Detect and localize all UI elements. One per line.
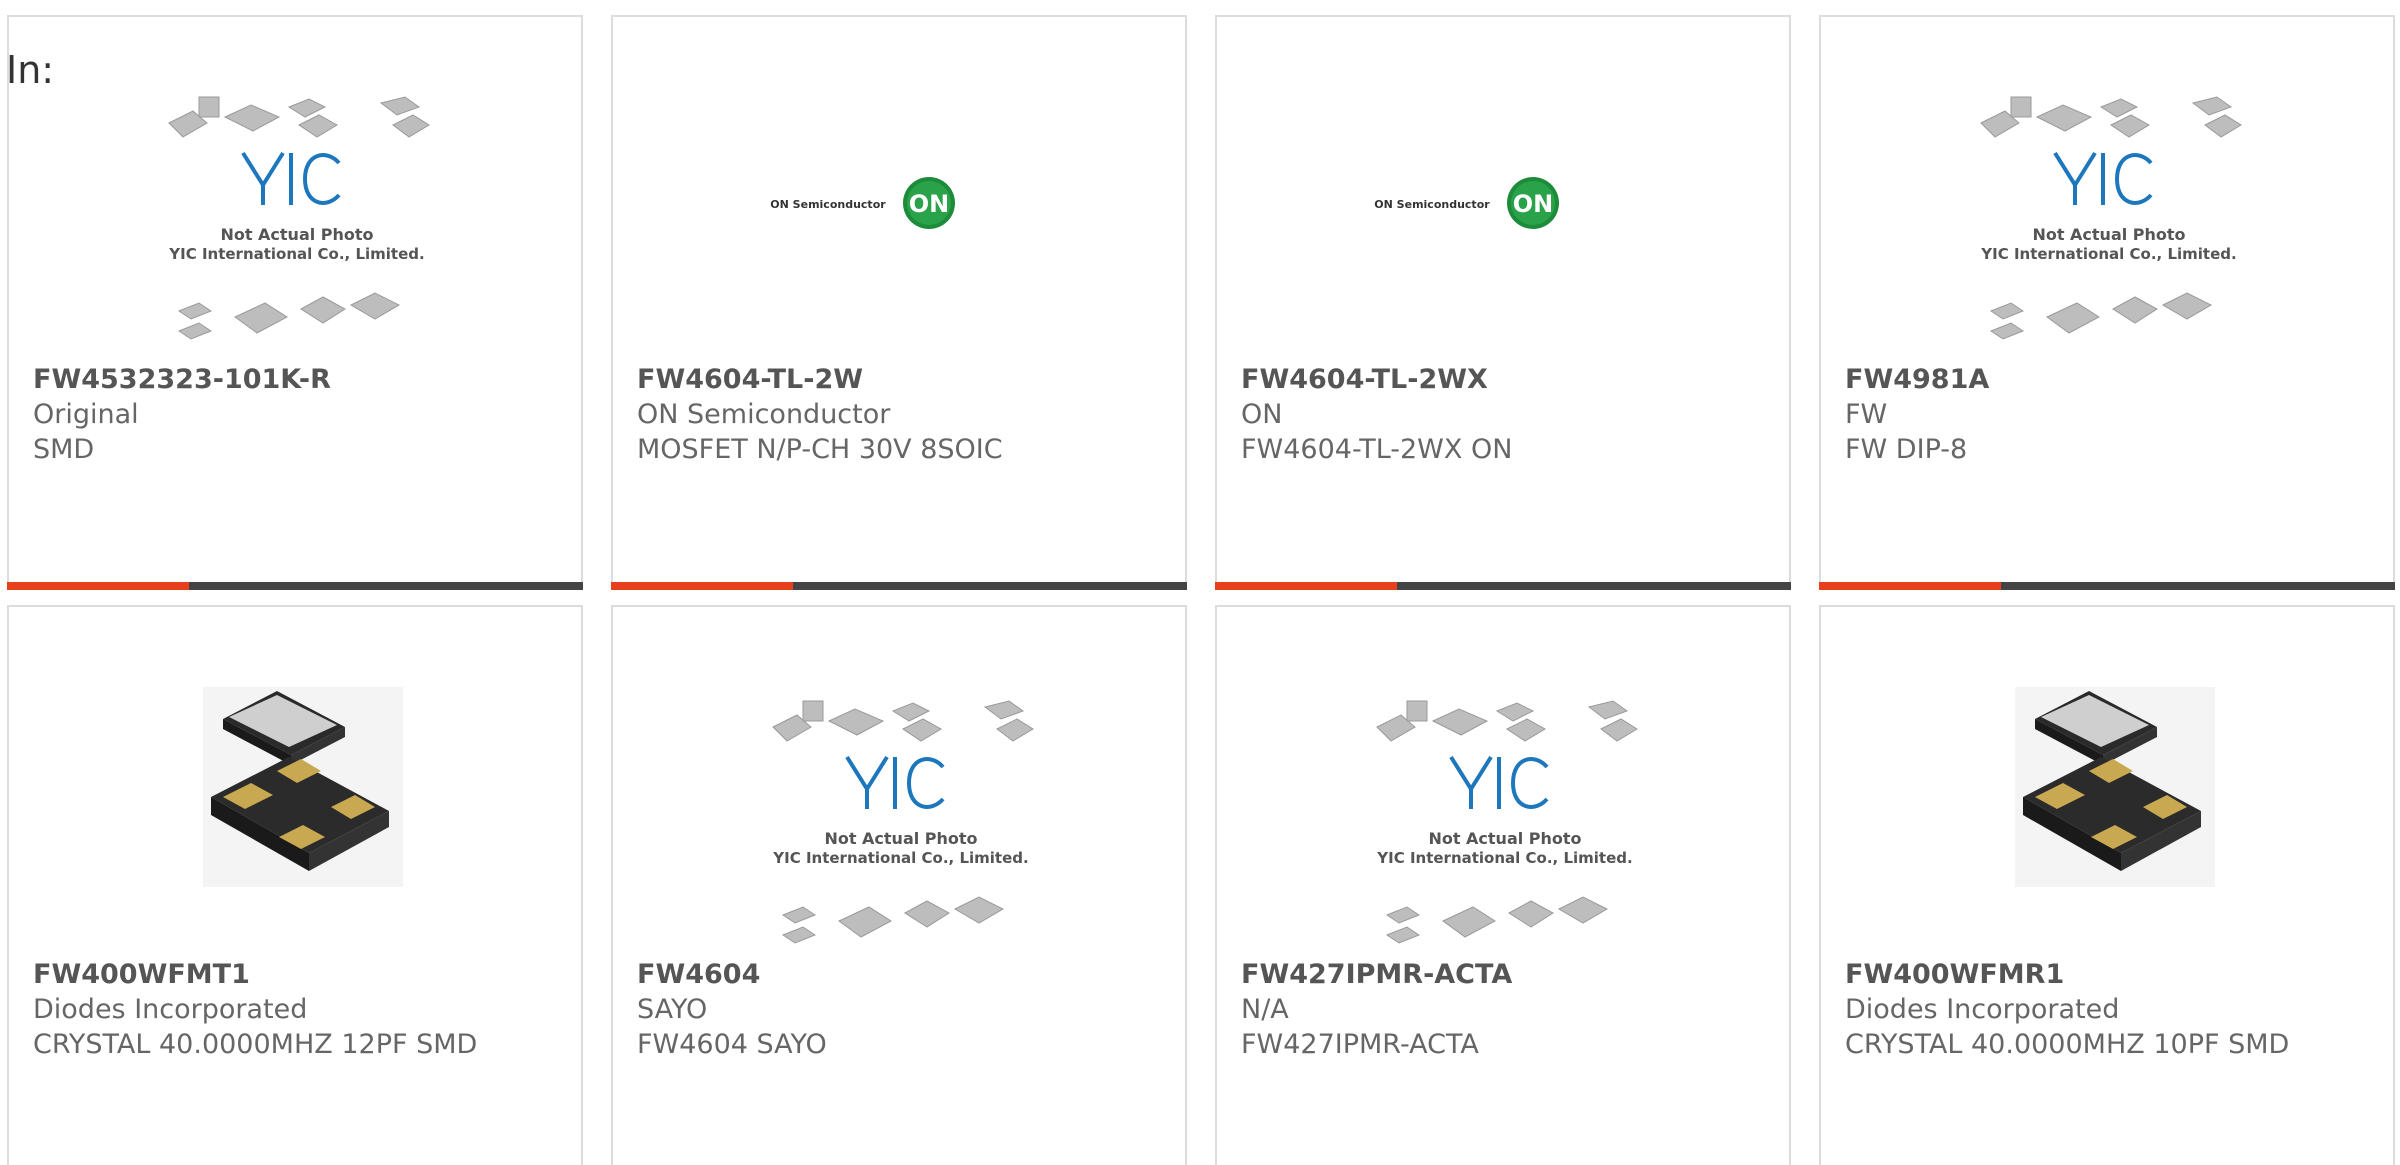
yic-placeholder-image[interactable]: Not Actual Photo YIC International Co., … — [159, 95, 435, 365]
card-bar — [611, 582, 1187, 590]
product-card[interactable]: ON Semiconductor ON FW4604-TL-2WX ON FW4… — [1215, 15, 1791, 590]
manufacturer: Original — [33, 399, 139, 430]
svg-text:ON: ON — [1513, 190, 1554, 218]
product-card[interactable]: Not Actual Photo YIC International Co., … — [611, 605, 1187, 1165]
card-bar — [1819, 582, 2395, 590]
svg-text:YIC International Co., Limited: YIC International Co., Limited. — [168, 245, 424, 263]
svg-text:YIC International Co., Limited: YIC International Co., Limited. — [772, 849, 1028, 867]
on-semi-logo-image[interactable]: ON Semiconductor ON — [1367, 95, 1643, 365]
description: FW DIP-8 — [1845, 434, 1968, 465]
svg-text:ON: ON — [909, 190, 950, 218]
product-card[interactable]: FW400WFMT1 Diodes Incorporated CRYSTAL 4… — [7, 605, 583, 1165]
crystal-photo-image[interactable] — [1971, 667, 2247, 937]
product-card[interactable]: Not Actual Photo YIC International Co., … — [1819, 15, 2395, 590]
yic-placeholder-image[interactable]: Not Actual Photo YIC International Co., … — [763, 699, 1039, 969]
description: CRYSTAL 40.0000MHZ 10PF SMD — [1845, 1029, 2290, 1060]
svg-text:Not Actual Photo: Not Actual Photo — [2032, 225, 2185, 244]
part-number[interactable]: FW400WFMT1 — [33, 957, 477, 992]
description: FW427IPMR-ACTA — [1241, 1029, 1479, 1060]
svg-text:Not Actual Photo: Not Actual Photo — [220, 225, 373, 244]
part-number[interactable]: FW400WFMR1 — [1845, 957, 2289, 992]
svg-text:YIC International Co., Limited: YIC International Co., Limited. — [1376, 849, 1632, 867]
svg-text:ON Semiconductor: ON Semiconductor — [1374, 198, 1490, 211]
svg-text:YIC International Co., Limited: YIC International Co., Limited. — [1980, 245, 2236, 263]
description: FW4604-TL-2WX ON — [1241, 434, 1513, 465]
manufacturer: Diodes Incorporated — [33, 994, 308, 1025]
product-card[interactable]: ON Semiconductor ON FW4604-TL-2W ON Semi… — [611, 15, 1187, 590]
svg-text:Not Actual Photo: Not Actual Photo — [824, 829, 977, 848]
description: FW4604 SAYO — [637, 1029, 827, 1060]
yic-placeholder-image[interactable]: Not Actual Photo YIC International Co., … — [1367, 699, 1643, 969]
part-number[interactable]: FW4981A — [1845, 362, 1989, 397]
product-card[interactable]: Not Actual Photo YIC International Co., … — [1215, 605, 1791, 1165]
manufacturer: ON Semiconductor — [637, 399, 891, 430]
card-bar — [1215, 582, 1791, 590]
filter-label: In: — [6, 48, 55, 92]
product-card[interactable]: Not Actual Photo YIC International Co., … — [7, 15, 583, 590]
manufacturer: ON — [1241, 399, 1283, 430]
manufacturer: SAYO — [637, 994, 708, 1025]
part-number[interactable]: FW4604 — [637, 957, 827, 992]
card-bar — [7, 582, 583, 590]
product-card[interactable]: FW400WFMR1 Diodes Incorporated CRYSTAL 4… — [1819, 605, 2395, 1165]
description: CRYSTAL 40.0000MHZ 12PF SMD — [33, 1029, 478, 1060]
part-number[interactable]: FW427IPMR-ACTA — [1241, 957, 1512, 992]
svg-text:ON Semiconductor: ON Semiconductor — [770, 198, 886, 211]
manufacturer: FW — [1845, 399, 1888, 430]
description: MOSFET N/P-CH 30V 8SOIC — [637, 434, 1003, 465]
description: SMD — [33, 434, 95, 465]
manufacturer: N/A — [1241, 994, 1289, 1025]
part-number[interactable]: FW4532323-101K-R — [33, 362, 331, 397]
on-semi-logo-image[interactable]: ON Semiconductor ON — [763, 95, 1039, 365]
part-number[interactable]: FW4604-TL-2W — [637, 362, 1003, 397]
yic-placeholder-image[interactable]: Not Actual Photo YIC International Co., … — [1971, 95, 2247, 365]
part-number[interactable]: FW4604-TL-2WX — [1241, 362, 1512, 397]
svg-text:Not Actual Photo: Not Actual Photo — [1428, 829, 1581, 848]
crystal-photo-image[interactable] — [159, 667, 435, 937]
manufacturer: Diodes Incorporated — [1845, 994, 2120, 1025]
